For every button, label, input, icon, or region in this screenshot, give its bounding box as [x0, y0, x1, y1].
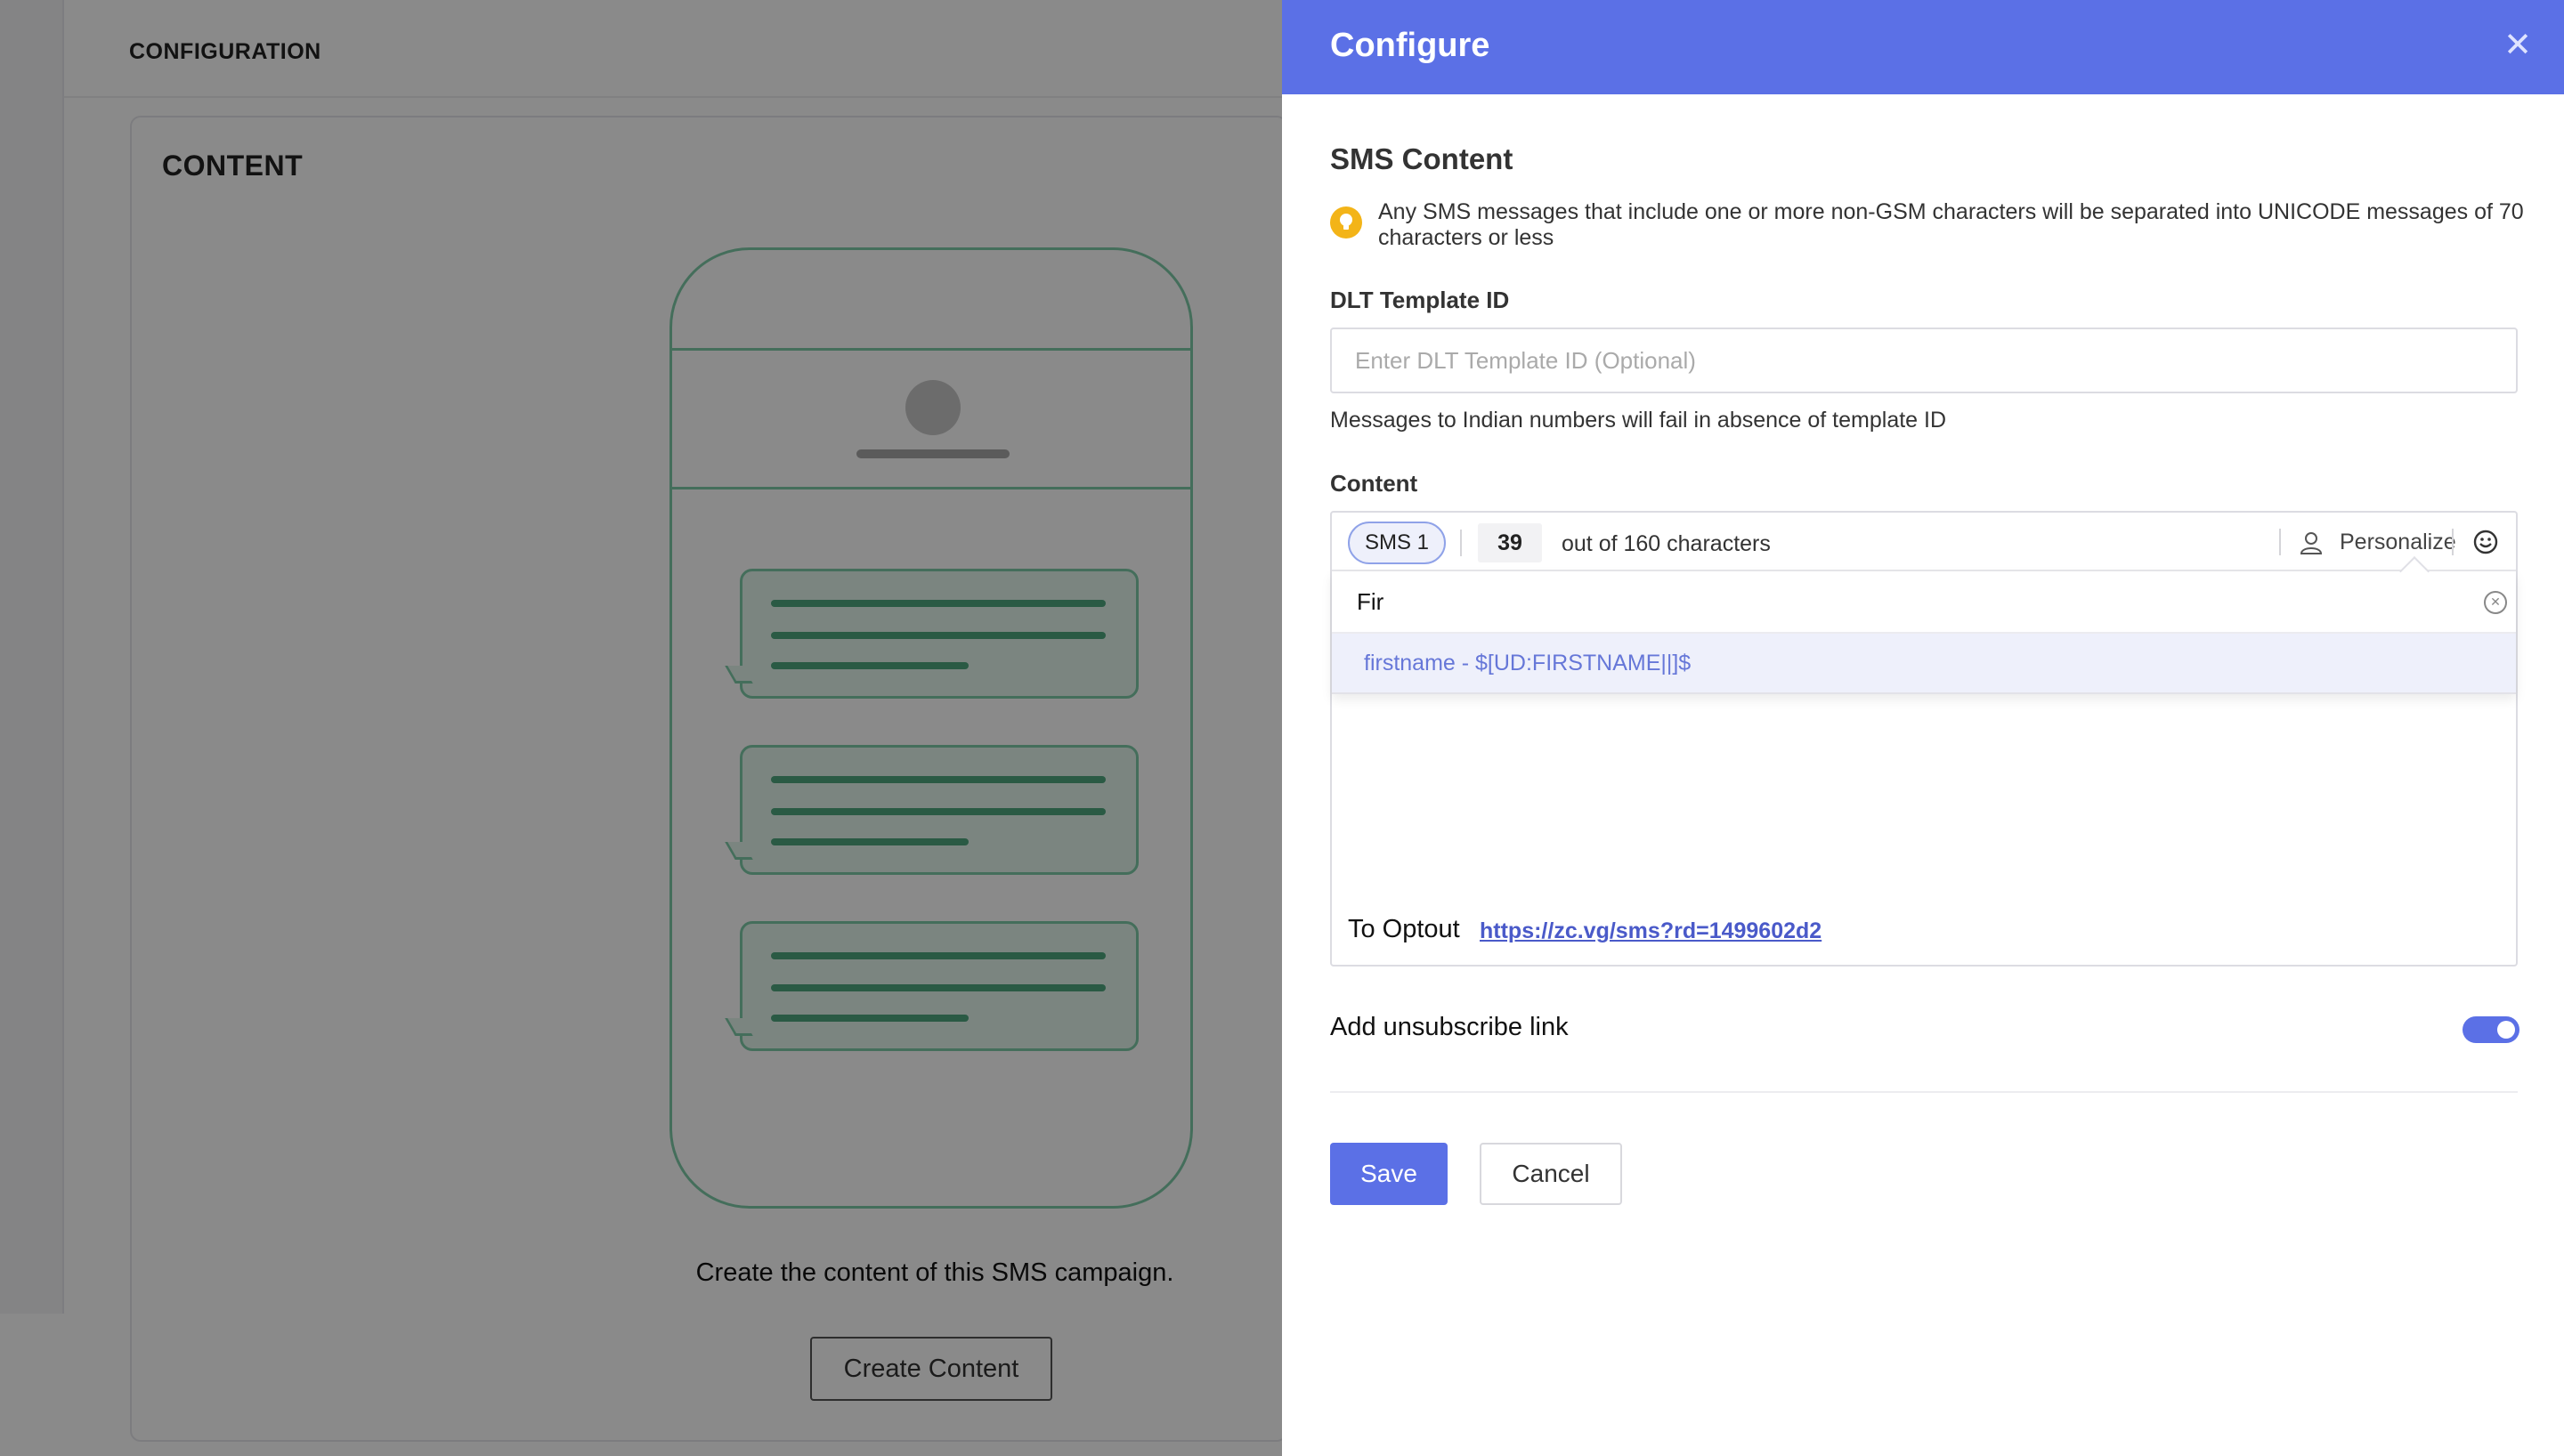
- save-button[interactable]: Save: [1330, 1143, 1448, 1205]
- content-label: Content: [1330, 470, 1418, 497]
- user-icon: [2300, 532, 2323, 554]
- personalize-search-input[interactable]: [1332, 571, 2516, 634]
- dlt-help-text: Messages to Indian numbers will fail in …: [1330, 408, 1947, 433]
- personalize-dropdown: ✕ firstname - $[UD:FIRSTNAME||]$: [1332, 571, 2516, 694]
- dlt-template-label: DLT Template ID: [1330, 287, 1510, 313]
- sms-content-title: SMS Content: [1330, 142, 1513, 175]
- configure-panel: Configure ✕ SMS Content Any SMS messages…: [1282, 0, 2564, 1456]
- cancel-button[interactable]: Cancel: [1480, 1143, 1622, 1205]
- optout-label: To Optout: [1348, 915, 1460, 943]
- toggle-knob: [2497, 1021, 2515, 1039]
- lightbulb-icon: [1330, 206, 1362, 239]
- toolbar-divider: [2279, 529, 2281, 555]
- smiley-icon: [2473, 530, 2498, 554]
- emoji-picker-button[interactable]: [2466, 523, 2505, 562]
- personalize-option-firstname[interactable]: firstname - $[UD:FIRSTNAME||]$: [1332, 634, 2516, 692]
- footer-divider: [1330, 1091, 2518, 1093]
- toolbar-divider: [1460, 530, 1462, 556]
- panel-title: Configure: [1330, 27, 1490, 64]
- character-limit-text: out of 160 characters: [1562, 531, 1771, 556]
- gsm-info-note: Any SMS messages that include one or mor…: [1378, 199, 2524, 250]
- modal-backdrop[interactable]: [0, 0, 1282, 1456]
- sms-tab-1[interactable]: SMS 1: [1348, 522, 1446, 564]
- sms-editor: SMS 1 39 out of 160 characters Personali…: [1330, 511, 2518, 967]
- panel-header: Configure ✕: [1282, 0, 2564, 94]
- optout-link[interactable]: https://zc.vg/sms?rd=1499602d2: [1480, 918, 1822, 944]
- editor-toolbar: SMS 1 39 out of 160 characters Personali…: [1332, 513, 2516, 571]
- dlt-template-input[interactable]: [1330, 328, 2518, 393]
- unsubscribe-toggle[interactable]: [2463, 1016, 2519, 1043]
- clear-circle-icon[interactable]: ✕: [2484, 591, 2507, 614]
- unsubscribe-label: Add unsubscribe link: [1330, 1013, 1569, 1041]
- toolbar-divider: [2452, 529, 2454, 555]
- character-count: 39: [1478, 523, 1542, 562]
- close-icon[interactable]: ✕: [2500, 27, 2536, 62]
